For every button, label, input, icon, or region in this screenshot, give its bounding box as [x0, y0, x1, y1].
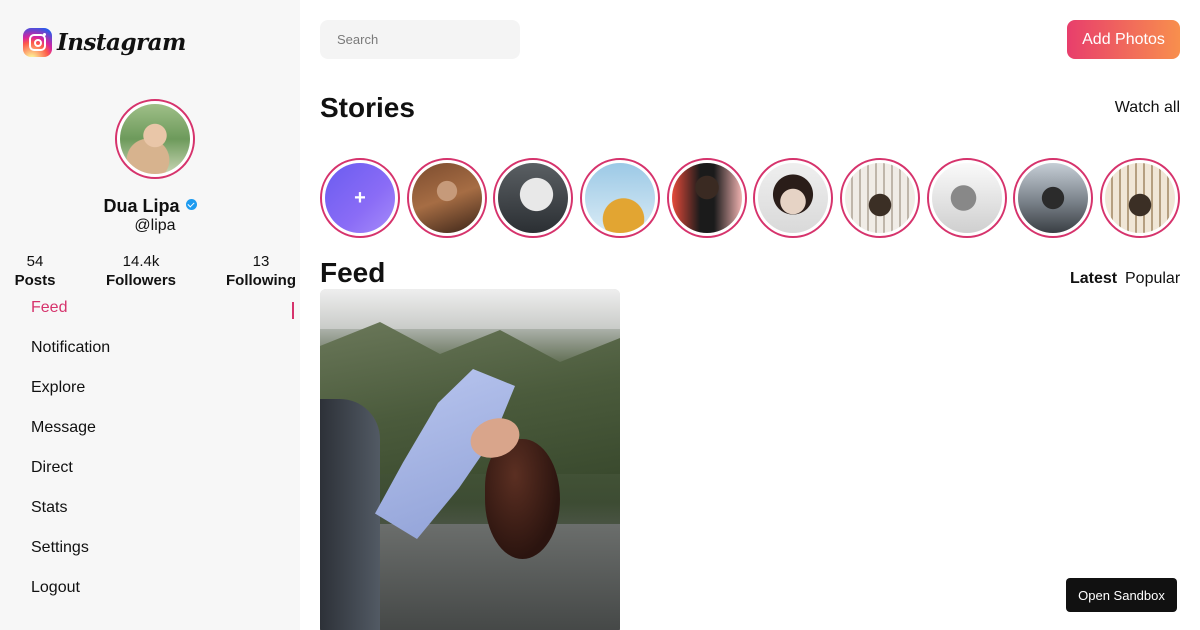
open-sandbox-button[interactable]: Open Sandbox [1066, 578, 1177, 612]
logo[interactable]: Instagram [23, 28, 186, 57]
sidebar-item-stats[interactable]: Stats [31, 499, 110, 539]
sidebar-item-settings[interactable]: Settings [31, 539, 110, 579]
logo-text: Instagram [57, 29, 186, 56]
watch-all-link[interactable]: Watch all [1115, 99, 1180, 117]
story-item[interactable] [1013, 158, 1093, 238]
sidebar-nav: Feed Notification Explore Message Direct… [31, 299, 110, 619]
app: Instagram Dua Lipa @lipa 54 Posts 14.4k … [0, 0, 1200, 630]
active-nav-indicator [292, 302, 294, 319]
sidebar-item-explore[interactable]: Explore [31, 379, 110, 419]
sidebar-item-logout[interactable]: Logout [31, 579, 110, 619]
sidebar-item-message[interactable]: Message [31, 419, 110, 459]
story-item[interactable] [580, 158, 660, 238]
stat-following-label: Following [226, 272, 296, 289]
tab-latest[interactable]: Latest [1070, 270, 1117, 288]
story-avatar [845, 163, 915, 233]
story-item[interactable] [927, 158, 1007, 238]
story-item[interactable] [493, 158, 573, 238]
story-item[interactable] [840, 158, 920, 238]
sidebar-item-feed[interactable]: Feed [31, 299, 110, 339]
tab-popular[interactable]: Popular [1125, 270, 1180, 288]
stat-following-value: 13 [252, 253, 270, 270]
story-add[interactable]: + [320, 158, 400, 238]
story-avatar [585, 163, 655, 233]
instagram-logo-icon [23, 28, 52, 57]
stat-followers-value: 14.4k [122, 253, 160, 270]
add-story-icon: + [325, 163, 395, 233]
sidebar: Instagram Dua Lipa @lipa 54 Posts 14.4k … [0, 0, 300, 630]
stat-followers-label: Followers [105, 272, 176, 289]
stat-posts-label: Posts [14, 272, 56, 289]
feed-post-image[interactable] [320, 289, 620, 630]
feed-title: Feed [320, 257, 386, 288]
stat-posts[interactable]: 54 Posts [10, 253, 60, 289]
stat-followers[interactable]: 14.4k Followers [100, 253, 182, 289]
sidebar-item-notification[interactable]: Notification [31, 339, 110, 379]
story-avatar [758, 163, 828, 233]
story-item[interactable] [1100, 158, 1180, 238]
search-input[interactable] [320, 20, 520, 59]
story-avatar [1018, 163, 1088, 233]
avatar-image [120, 104, 190, 174]
sidebar-item-direct[interactable]: Direct [31, 459, 110, 499]
story-avatar [412, 163, 482, 233]
story-avatar [672, 163, 742, 233]
story-avatar [1105, 163, 1175, 233]
verified-badge-icon [185, 199, 197, 210]
profile-name: Dua Lipa [103, 196, 180, 216]
add-photos-button[interactable]: Add Photos [1067, 20, 1180, 59]
story-item[interactable] [667, 158, 747, 238]
stories-title: Stories [320, 92, 415, 123]
story-avatar [932, 163, 1002, 233]
profile-avatar[interactable] [115, 99, 195, 179]
profile-name-row: Dua Lipa [0, 196, 300, 217]
stat-following[interactable]: 13 Following [222, 253, 300, 289]
story-item[interactable] [407, 158, 487, 238]
story-item[interactable] [753, 158, 833, 238]
profile-handle: @lipa [134, 217, 176, 234]
story-avatar [498, 163, 568, 233]
stat-posts-value: 54 [26, 253, 44, 270]
